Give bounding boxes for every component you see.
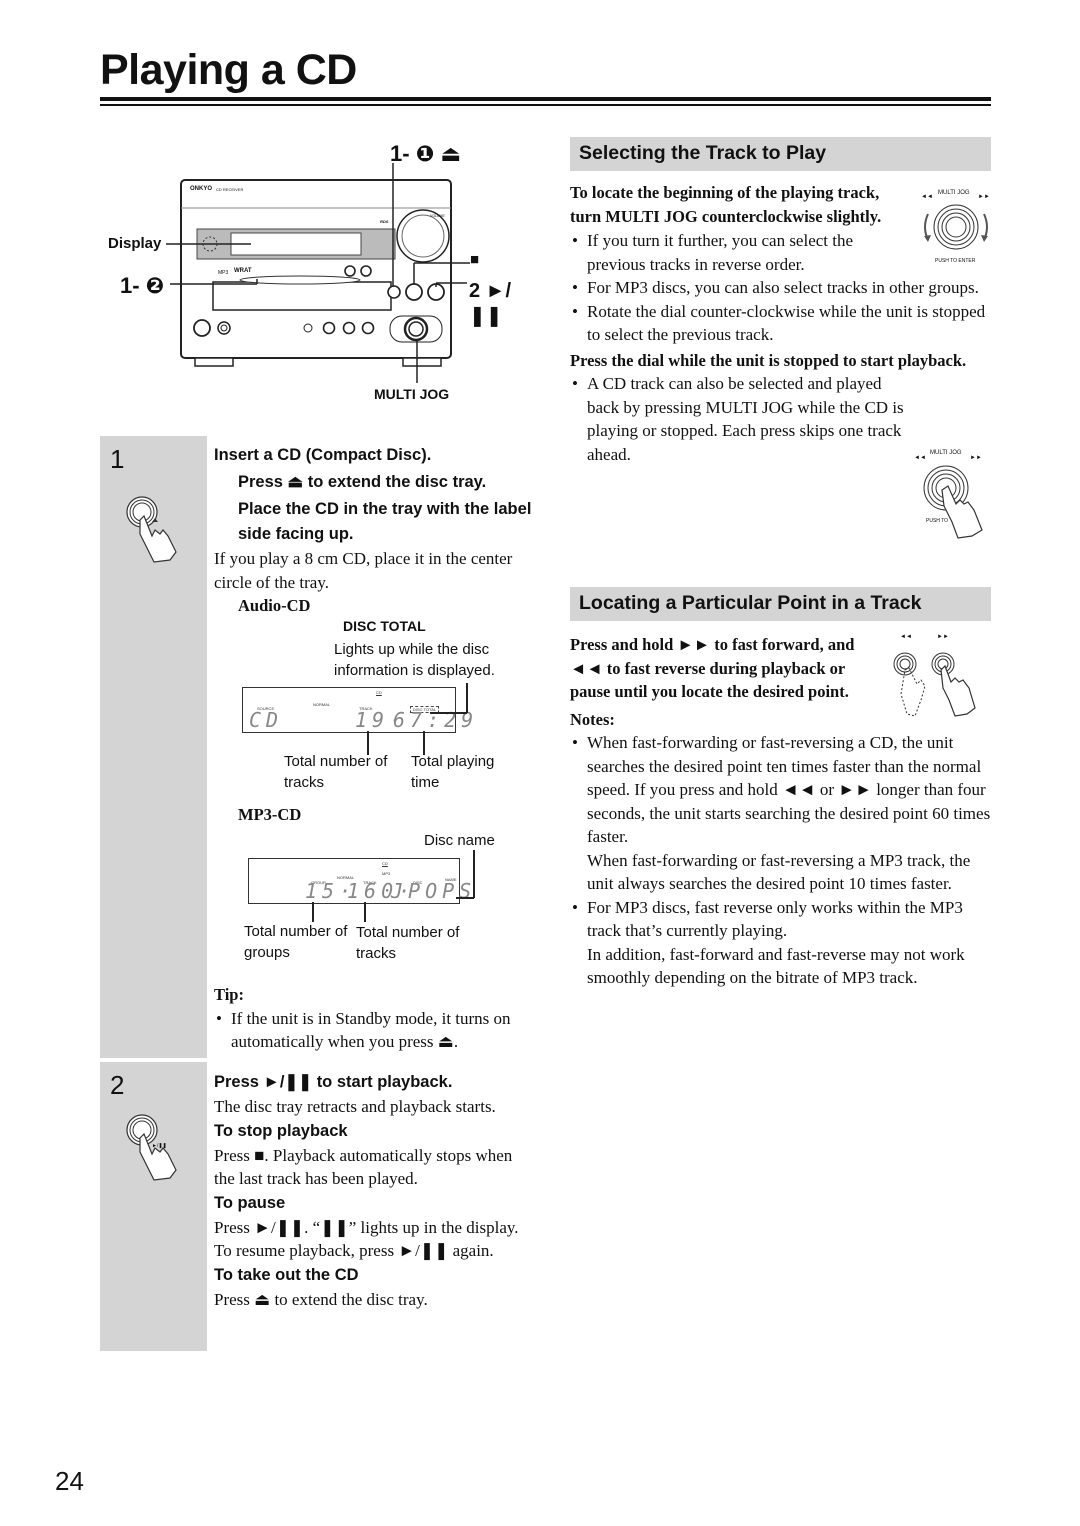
mp3-cd-lcd: CD MP3 GROUP NORMAL TRACK DISC NAME 15· … bbox=[248, 858, 471, 904]
multi-jog-rotate-icon: MULTI JOG ◄◄ ►► PUSH TO ENTER bbox=[918, 186, 994, 268]
note-text: For MP3 discs, fast reverse only works w… bbox=[587, 897, 963, 941]
step-1-heading: Insert a CD (Compact Disc). bbox=[214, 446, 432, 464]
step-1-content: Insert a CD (Compact Disc). Press ⏏ to e… bbox=[214, 443, 534, 618]
mp3-logo: MP3 bbox=[218, 270, 229, 276]
section-locating-title: Locating a Particular Point in a Track bbox=[579, 592, 922, 614]
selecting-bullet: For MP3 discs, you can also select track… bbox=[570, 276, 991, 300]
tip-label: Tip: bbox=[214, 985, 244, 1004]
step-2-panel: 2 ►/❚❚ bbox=[100, 1062, 207, 1351]
locating-lead: Press and hold ►► to fast forward, and ◄… bbox=[570, 635, 855, 701]
jog-label: MULTI JOG bbox=[930, 450, 962, 456]
callout-total-tracks: Total number of tracks bbox=[284, 753, 388, 791]
callout-play-pause: 2 ►/❚❚ bbox=[469, 280, 512, 327]
callout-total-mp3-tracks: Total number of tracks bbox=[356, 924, 460, 962]
lcd-indicator-cd: CD bbox=[376, 690, 382, 695]
page-title: Playing a CD bbox=[100, 46, 357, 94]
take-out-text: Press ⏏ to extend the disc tray. bbox=[214, 1289, 428, 1309]
selecting-lead: To locate the beginning of the playing t… bbox=[570, 183, 882, 226]
cd-receiver-drawing bbox=[166, 163, 470, 383]
audio-cd-lcd: CD SOURCE NORMAL TRACK DISC TOTAL CD 19·… bbox=[242, 687, 473, 733]
audio-cd-diagram: DISC TOTAL Lights up while the disc info… bbox=[230, 615, 530, 795]
callout-display: Display bbox=[108, 235, 162, 252]
pause-text: Press ►/❚❚. “❚❚” lights up in the displa… bbox=[214, 1217, 519, 1261]
note-item: For MP3 discs, fast reverse only works w… bbox=[570, 896, 991, 990]
lcd-name-value: JPOPS bbox=[391, 879, 477, 903]
wrat-logo: WRAT bbox=[234, 268, 252, 274]
audio-cd-label: Audio-CD bbox=[238, 596, 311, 615]
callout-stop: ■ bbox=[470, 251, 480, 268]
disc-total-desc: Lights up while the disc information is … bbox=[334, 641, 495, 679]
step-1-substep-1: Press ⏏ to extend the disc tray. bbox=[238, 473, 487, 491]
selecting-bullet: Rotate the dial counter-clockwise while … bbox=[570, 300, 991, 347]
section-selecting-title: Selecting the Track to Play bbox=[579, 142, 827, 164]
callout-tray: 1- ❷ bbox=[120, 273, 165, 298]
note-extra: When fast-forwarding or fast-reversing a… bbox=[587, 850, 971, 894]
title-rule-thick bbox=[100, 97, 991, 101]
callout-eject: 1- ❶ ⏏ bbox=[390, 141, 462, 166]
callout-disc-name: Disc name bbox=[424, 832, 495, 849]
lcd-indicator-mp3: MP3 bbox=[382, 871, 391, 876]
jog-push-label: PUSH TO bbox=[926, 518, 949, 524]
volume-label: VOLUME bbox=[430, 214, 445, 218]
stop-playback-text: Press ■. Playback automatically stops wh… bbox=[214, 1145, 513, 1189]
lcd-source-value: CD bbox=[249, 708, 284, 732]
callout-total-groups: Total number of groups bbox=[244, 923, 348, 961]
fast-forward-reverse-icon: ◄◄ ►► bbox=[885, 634, 985, 724]
section-locating-header: Locating a Particular Point in a Track bbox=[570, 587, 991, 621]
lcd-indicator-normal: NORMAL bbox=[313, 702, 331, 707]
hand-press-eject-icon bbox=[126, 496, 177, 563]
step-2-body: The disc tray retracts and playback star… bbox=[214, 1097, 496, 1116]
tip-box: Tip: If the unit is in Standby mode, it … bbox=[214, 983, 534, 1054]
jog-push-label: PUSH TO ENTER bbox=[935, 258, 976, 264]
step-number: 2 bbox=[110, 1070, 125, 1100]
take-out-title: To take out the CD bbox=[214, 1265, 359, 1284]
step-1-body: If you play a 8 cm CD, place it in the c… bbox=[214, 549, 513, 592]
fast-forward-icon: ►► bbox=[937, 634, 949, 640]
selecting-bullet: A CD track can also be selected and play… bbox=[570, 372, 907, 466]
title-rule-thin bbox=[100, 104, 991, 106]
device-illustration: ONKYO CD RECEIVER RDS VOLUME MP3 WRAT 1-… bbox=[100, 140, 540, 410]
note-item: When fast-forwarding or fast-reversing a… bbox=[570, 731, 991, 896]
notes-list: When fast-forwarding or fast-reversing a… bbox=[570, 731, 991, 990]
mp3-cd-diagram: MP3-CD Disc name CD MP3 GROUP NORMAL TRA… bbox=[200, 800, 530, 980]
hand-play-label: ►/❚❚ bbox=[152, 1143, 167, 1149]
disc-total-title: DISC TOTAL bbox=[343, 618, 426, 634]
callout-total-time: Total playing time bbox=[411, 753, 495, 791]
tip-list: If the unit is in Standby mode, it turns… bbox=[214, 1007, 534, 1054]
mp3-cd-label: MP3-CD bbox=[238, 805, 302, 824]
step-2-content: Press ►/❚❚ to start playback. The disc t… bbox=[214, 1070, 532, 1311]
tip-item: If the unit is in Standby mode, it turns… bbox=[214, 1007, 534, 1054]
jog-label: MULTI JOG bbox=[938, 190, 970, 196]
stop-playback-title: To stop playback bbox=[214, 1121, 348, 1140]
step-2-heading: Press ►/❚❚ to start playback. bbox=[214, 1073, 453, 1091]
press-dial-text: Press the dial while the unit is stopped… bbox=[570, 350, 967, 370]
step-1-panel: 1 bbox=[100, 436, 207, 1058]
model-label: CD RECEIVER bbox=[216, 187, 244, 192]
rds-label: RDS bbox=[380, 219, 389, 224]
multi-jog-press-icon: MULTI JOG ◄◄ ►► PUSH TO bbox=[912, 448, 988, 539]
pause-title: To pause bbox=[214, 1193, 286, 1212]
section-selecting-header: Selecting the Track to Play bbox=[570, 137, 991, 171]
selecting-bullet: If you turn it further, you can select t… bbox=[570, 229, 897, 276]
note-extra: In addition, fast-forward and fast-rever… bbox=[587, 944, 965, 988]
step-number: 1 bbox=[110, 444, 125, 474]
note-text: When fast-forwarding or fast-reversing a… bbox=[587, 733, 991, 846]
callout-multi-jog: MULTI JOG bbox=[374, 386, 450, 402]
brand-label: ONKYO bbox=[190, 186, 213, 192]
rewind-icon: ◄◄ bbox=[900, 634, 912, 640]
lcd-indicator-cd: CD bbox=[382, 861, 388, 866]
page-number: 24 bbox=[55, 1466, 84, 1496]
step-1-substep-2: Place the CD in the tray with the label … bbox=[238, 500, 532, 543]
